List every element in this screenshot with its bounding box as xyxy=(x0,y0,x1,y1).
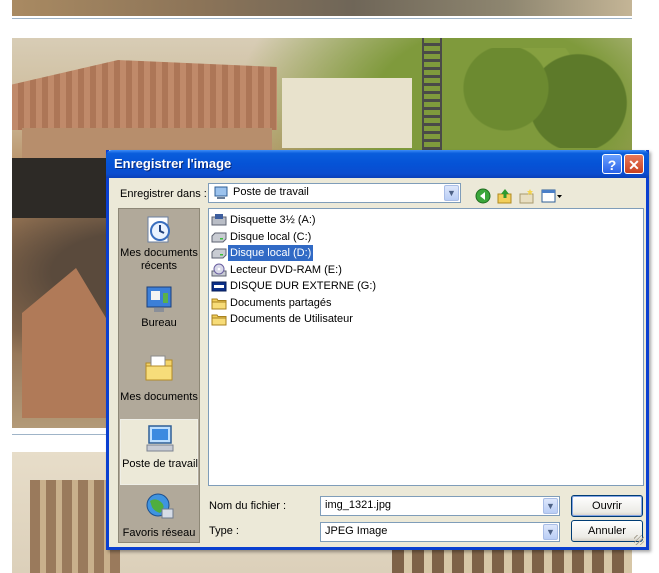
file-type-value: JPEG Image xyxy=(325,525,388,537)
file-label: Disquette 3½ (A:) xyxy=(230,214,316,226)
photo-trees xyxy=(452,48,632,148)
views-menu-icon[interactable] xyxy=(541,188,563,204)
file-label: Documents de Utilisateur xyxy=(230,313,353,325)
file-list[interactable]: Disquette 3½ (A:) Disque local (C:) Disq… xyxy=(208,208,644,486)
filename-value: img_1321.jpg xyxy=(325,499,392,511)
my-computer-icon xyxy=(146,425,174,452)
close-button[interactable]: ✕ xyxy=(624,154,644,174)
save-in-value: Poste de travail xyxy=(233,186,309,198)
back-icon[interactable] xyxy=(475,188,491,204)
save-in-dropdown[interactable]: Poste de travail ▼ xyxy=(208,183,461,203)
place-label: Mes documents xyxy=(120,391,198,403)
network-places-icon xyxy=(146,493,174,519)
hard-drive-icon xyxy=(211,248,227,259)
my-computer-icon xyxy=(214,186,228,199)
dialog-title: Enregistrer l'image xyxy=(114,156,232,171)
place-my-documents[interactable]: Mes documents xyxy=(120,349,198,415)
chevron-down-icon[interactable]: ▼ xyxy=(543,524,558,540)
save-button[interactable]: Ouvrir xyxy=(571,495,643,517)
shared-folder-icon xyxy=(211,298,227,309)
dvd-drive-icon xyxy=(211,263,227,276)
place-label: Poste de travail xyxy=(122,458,198,470)
file-type-dropdown[interactable]: JPEG Image ▼ xyxy=(320,522,560,542)
place-desktop[interactable]: Bureau xyxy=(120,281,198,347)
my-documents-icon xyxy=(145,355,173,381)
file-label: Lecteur DVD-RAM (E:) xyxy=(230,263,342,276)
photo-roof xyxy=(12,60,277,130)
resize-grip[interactable] xyxy=(634,535,644,545)
save-image-dialog: Enregistrer l'image ? ✕ Enregistrer dans… xyxy=(106,150,649,550)
save-in-label: Enregistrer dans : xyxy=(120,188,207,200)
place-my-computer[interactable]: Poste de travail xyxy=(120,419,198,485)
dialog-titlebar[interactable]: Enregistrer l'image ? ✕ xyxy=(106,150,649,178)
place-recent-documents[interactable]: Mes documents récents xyxy=(120,211,198,277)
new-folder-icon[interactable] xyxy=(519,188,535,204)
chevron-down-icon[interactable]: ▼ xyxy=(444,185,459,201)
photo-tower xyxy=(422,38,442,158)
page-photo-top xyxy=(12,0,632,16)
recent-documents-icon xyxy=(147,216,170,243)
filename-field[interactable]: img_1321.jpg ▼ xyxy=(320,496,560,516)
place-label: Mes documents récents xyxy=(120,247,198,272)
chevron-down-icon[interactable]: ▼ xyxy=(543,498,558,514)
photo-building xyxy=(392,547,632,573)
type-label: Type : xyxy=(209,525,239,537)
page-separator xyxy=(12,18,632,19)
file-label: DISQUE DUR EXTERNE (G:) xyxy=(230,280,377,292)
place-label: Favoris réseau xyxy=(122,527,196,539)
filename-label: Nom du fichier : xyxy=(209,500,287,512)
file-label: Disque local (D:) xyxy=(226,244,315,262)
cancel-button[interactable]: Annuler xyxy=(571,520,643,542)
file-label: Documents partagés xyxy=(230,296,332,309)
help-button[interactable]: ? xyxy=(602,154,622,174)
desktop-icon xyxy=(146,286,172,312)
external-drive-icon xyxy=(211,281,227,292)
photo-building xyxy=(282,78,412,148)
hard-drive-icon xyxy=(211,232,227,242)
place-network[interactable]: Favoris réseau xyxy=(120,487,198,553)
photo-house xyxy=(22,268,112,418)
places-bar: Mes documents récents Bureau Mes documen… xyxy=(118,208,200,543)
photo-trains xyxy=(12,158,107,218)
place-label: Bureau xyxy=(141,317,177,329)
folder-icon xyxy=(211,314,227,326)
file-label: Disque local (C:) xyxy=(230,230,312,243)
up-folder-icon[interactable] xyxy=(497,188,513,204)
floppy-drive-icon xyxy=(211,214,227,226)
